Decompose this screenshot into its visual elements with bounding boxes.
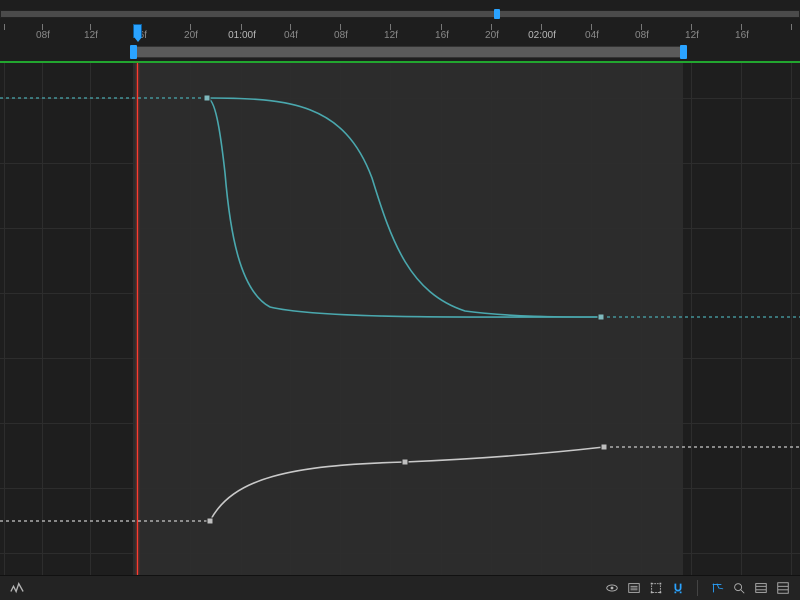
- fit-selection-icon[interactable]: [729, 578, 749, 598]
- time-tick: [791, 24, 792, 30]
- time-tick: 08f: [340, 24, 341, 30]
- fit-all-icon[interactable]: [751, 578, 771, 598]
- time-tick-label: 08f: [635, 30, 649, 41]
- snap-icon[interactable]: [668, 578, 688, 598]
- show-transform-box-icon[interactable]: [646, 578, 666, 598]
- time-tick: 02:00f: [541, 24, 542, 30]
- workarea-end-handle[interactable]: [680, 45, 687, 59]
- time-tick: 12f: [90, 24, 91, 30]
- time-tick: 12f: [390, 24, 391, 30]
- curves-layer: [0, 63, 800, 575]
- time-tick: 16f: [139, 24, 140, 30]
- auto-select-graph-icon[interactable]: [707, 578, 727, 598]
- time-tick: 20f: [491, 24, 492, 30]
- time-tick-label: 12f: [84, 30, 98, 41]
- separate-dimensions-icon[interactable]: [773, 578, 793, 598]
- graph-editor[interactable]: [0, 63, 800, 575]
- workarea-start-handle[interactable]: [130, 45, 137, 59]
- time-tick-label: 16f: [735, 30, 749, 41]
- time-tick-label: 04f: [284, 30, 298, 41]
- time-ruler[interactable]: 08f12f16f20f01:00f04f08f12f16f20f02:00f0…: [0, 24, 800, 44]
- separator: [697, 580, 698, 596]
- choose-graph-type-icon[interactable]: [624, 578, 644, 598]
- time-tick: 04f: [591, 24, 592, 30]
- workarea-bar[interactable]: [133, 46, 683, 58]
- time-tick: 04f: [290, 24, 291, 30]
- navigator-bar[interactable]: [0, 10, 800, 18]
- time-tick: 16f: [741, 24, 742, 30]
- graph-editor-toolbar: [0, 575, 800, 600]
- visibility-icon[interactable]: [602, 578, 622, 598]
- time-tick: 20f: [190, 24, 191, 30]
- time-tick-label: 12f: [685, 30, 699, 41]
- time-tick-label: 02:00f: [528, 30, 556, 41]
- time-tick-label: 04f: [585, 30, 599, 41]
- time-tick: 08f: [641, 24, 642, 30]
- time-tick: 01:00f: [241, 24, 242, 30]
- time-tick-label: 08f: [334, 30, 348, 41]
- time-tick-label: 20f: [184, 30, 198, 41]
- time-tick-label: 16f: [133, 30, 147, 41]
- navigator-end-handle[interactable]: [494, 9, 500, 19]
- time-tick-label: 08f: [36, 30, 50, 41]
- time-tick-label: 01:00f: [228, 30, 256, 41]
- time-tick-label: 12f: [384, 30, 398, 41]
- graph-editor-toggle-icon[interactable]: [7, 578, 27, 598]
- timeline: 08f12f16f20f01:00f04f08f12f16f20f02:00f0…: [0, 0, 800, 63]
- time-tick: 16f: [441, 24, 442, 30]
- time-tick: 12f: [691, 24, 692, 30]
- time-tick-label: 16f: [435, 30, 449, 41]
- workarea-track: [0, 46, 800, 60]
- time-tick: 08f: [42, 24, 43, 30]
- time-tick: [4, 24, 5, 30]
- time-tick-label: 20f: [485, 30, 499, 41]
